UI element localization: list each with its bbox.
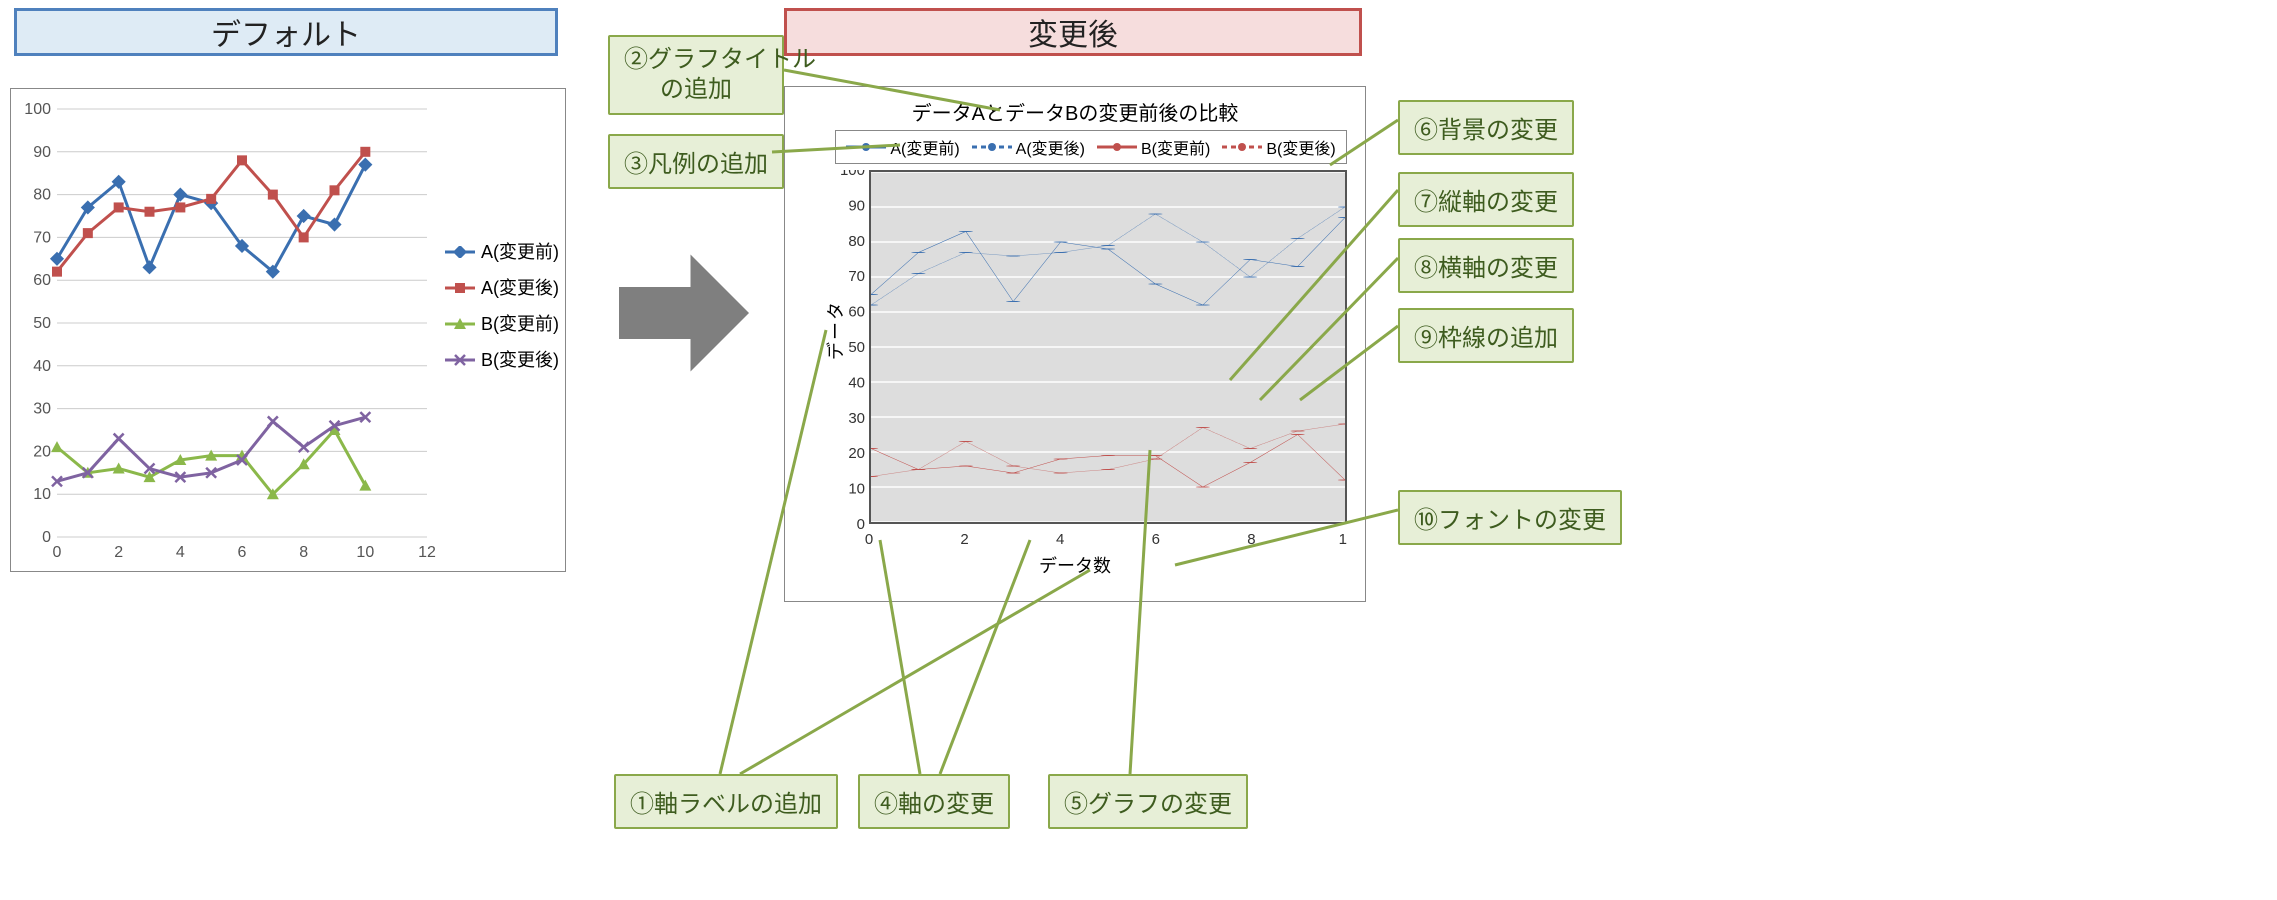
svg-text:0: 0 xyxy=(53,544,62,561)
annotation-font: ⑩フォントの変更 xyxy=(1398,490,1622,545)
legend-entry: A(変更前) xyxy=(445,234,559,270)
svg-text:40: 40 xyxy=(33,358,51,375)
chart-default-legend: A(変更前)A(変更後)B(変更前)B(変更後) xyxy=(445,234,559,378)
annotation-yaxis: ⑦縦軸の変更 xyxy=(1398,172,1574,227)
legend-entry: A(変更後) xyxy=(445,270,559,306)
svg-text:80: 80 xyxy=(33,187,51,204)
legend-entry: B(変更前) xyxy=(1097,135,1210,159)
transform-arrow-icon xyxy=(614,248,754,378)
annotation-chart-title: ②グラフタイトル の追加 xyxy=(608,35,784,115)
svg-text:90: 90 xyxy=(33,144,51,161)
legend-entry: B(変更前) xyxy=(445,306,559,342)
chart-after-svg xyxy=(871,172,1345,522)
annotation-legend: ③凡例の追加 xyxy=(608,134,784,189)
svg-text:4: 4 xyxy=(176,544,185,561)
section-title-after: 変更後 xyxy=(784,8,1362,56)
svg-text:20: 20 xyxy=(848,445,865,462)
svg-text:12: 12 xyxy=(418,544,436,561)
annotation-xaxis: ⑧横軸の変更 xyxy=(1398,238,1574,293)
chart-after-legend: A(変更前) A(変更後) B(変更前) B(変更後) xyxy=(835,130,1347,164)
chart-after-xlabel: データ数 xyxy=(785,552,1365,578)
svg-text:8: 8 xyxy=(299,544,308,561)
svg-text:90: 90 xyxy=(848,197,865,214)
svg-text:50: 50 xyxy=(33,315,51,332)
annotation-axis-change: ④軸の変更 xyxy=(858,774,1010,829)
svg-text:8: 8 xyxy=(1247,531,1255,548)
svg-text:10: 10 xyxy=(356,544,374,561)
svg-text:70: 70 xyxy=(848,268,865,285)
legend-entry: B(変更後) xyxy=(1222,135,1335,159)
svg-text:20: 20 xyxy=(33,443,51,460)
svg-text:10: 10 xyxy=(1339,531,1347,548)
svg-text:6: 6 xyxy=(1152,531,1160,548)
svg-text:0: 0 xyxy=(42,529,51,546)
chart-after: データAとデータBの変更前後の比較 A(変更前) A(変更後) B(変更前) B(変更… xyxy=(784,86,1366,602)
section-title-default: デフォルト xyxy=(14,8,558,56)
chart-default: 0 10 20 30 40 50 60 70 80 90 100 0 2 4 6 8 10 12 A(変更前)A(… xyxy=(10,88,566,572)
svg-text:6: 6 xyxy=(238,544,247,561)
svg-text:2: 2 xyxy=(114,544,123,561)
chart-after-ylabel: データ xyxy=(822,300,848,360)
svg-text:30: 30 xyxy=(33,401,51,418)
legend-entry: A(変更前) xyxy=(846,135,959,159)
annotation-background: ⑥背景の変更 xyxy=(1398,100,1574,155)
svg-text:40: 40 xyxy=(848,374,865,391)
legend-entry: A(変更後) xyxy=(972,135,1085,159)
legend-entry: B(変更後) xyxy=(445,342,559,378)
svg-text:100: 100 xyxy=(840,170,865,179)
svg-text:80: 80 xyxy=(848,233,865,250)
annotation-border: ⑨枠線の追加 xyxy=(1398,308,1574,363)
svg-text:10: 10 xyxy=(848,481,865,498)
svg-text:70: 70 xyxy=(33,229,51,246)
svg-text:4: 4 xyxy=(1056,531,1064,548)
annotation-axis-label: ①軸ラベルの追加 xyxy=(614,774,838,829)
svg-text:100: 100 xyxy=(24,101,51,118)
svg-text:60: 60 xyxy=(33,272,51,289)
svg-text:30: 30 xyxy=(848,410,865,427)
chart-after-title: データAとデータBの変更前後の比較 xyxy=(785,97,1365,126)
svg-text:10: 10 xyxy=(33,486,51,503)
annotation-graph-change: ⑤グラフの変更 xyxy=(1048,774,1248,829)
svg-text:0: 0 xyxy=(857,516,865,533)
svg-text:60: 60 xyxy=(848,304,865,321)
svg-text:2: 2 xyxy=(960,531,968,548)
svg-text:0: 0 xyxy=(865,531,873,548)
svg-text:50: 50 xyxy=(848,339,865,356)
